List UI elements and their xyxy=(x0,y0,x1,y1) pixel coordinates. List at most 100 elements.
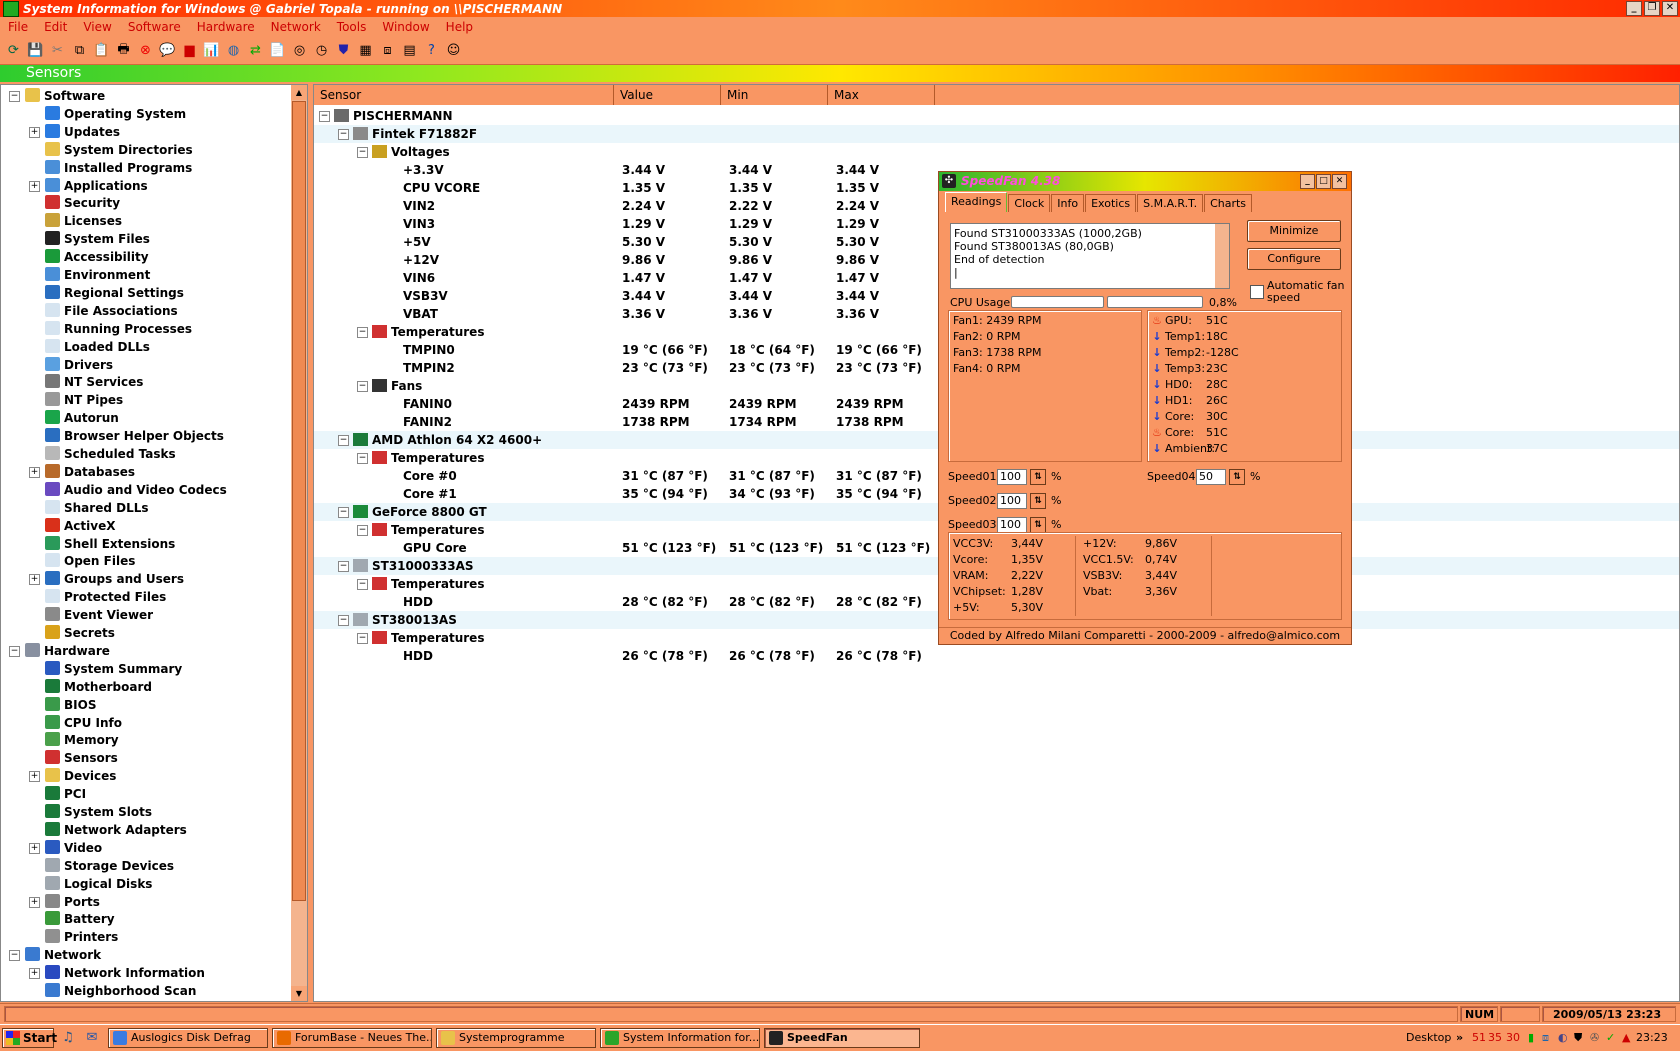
tree-item-cpu-info[interactable]: CPU Info xyxy=(45,714,122,732)
tree-item-running-processes[interactable]: Running Processes xyxy=(45,320,192,338)
sensor-row[interactable]: − Voltages xyxy=(314,143,1679,161)
tree-item-applications[interactable]: Applications xyxy=(45,177,148,195)
tree-item-file-associations[interactable]: File Associations xyxy=(45,302,178,320)
expand-toggle[interactable]: − xyxy=(357,453,368,464)
tree-item-logical-disks[interactable]: Logical Disks xyxy=(45,875,152,893)
tree-item-printers[interactable]: Printers xyxy=(45,928,118,946)
tree-item-installed-programs[interactable]: Installed Programs xyxy=(45,159,192,177)
refresh-icon[interactable]: ⟳ xyxy=(4,41,23,60)
tray-temp[interactable]: 51 xyxy=(1472,1028,1486,1048)
grid-icon[interactable]: ▦ xyxy=(356,41,375,60)
speed-stepper-icon[interactable]: ⇅ xyxy=(1030,517,1046,533)
tree-item-neighborhood-scan[interactable]: Neighborhood Scan xyxy=(45,982,196,1000)
tray-check-icon[interactable]: ✓ xyxy=(1606,1028,1615,1048)
tray-security-icon[interactable]: ⛊ xyxy=(1574,1028,1582,1048)
expand-toggle[interactable]: − xyxy=(357,381,368,392)
tree-item-system-directories[interactable]: System Directories xyxy=(45,141,193,159)
scroll-up-icon[interactable]: ▲ xyxy=(291,85,307,100)
tree-item-databases[interactable]: Databases xyxy=(45,463,135,481)
configure-button[interactable]: Configure xyxy=(1247,248,1341,270)
expand-toggle[interactable]: + xyxy=(29,842,40,854)
taskbar-button[interactable]: Systemprogramme xyxy=(436,1028,596,1048)
tree-item-updates[interactable]: Updates xyxy=(45,123,120,141)
save-icon[interactable]: 💾 xyxy=(26,41,45,60)
sensor-row[interactable]: − Fintek F71882F xyxy=(314,125,1679,143)
expand-toggle[interactable]: + xyxy=(29,896,40,908)
cut-icon[interactable]: ✂ xyxy=(48,41,67,60)
column-min[interactable]: Min xyxy=(721,85,828,105)
tree-item-devices[interactable]: Devices xyxy=(45,767,116,785)
tray-clock[interactable]: 23:23 xyxy=(1636,1028,1668,1048)
tree-item-system-slots[interactable]: System Slots xyxy=(45,803,152,821)
tab-readings[interactable]: Readings xyxy=(945,192,1008,212)
expand-toggle[interactable]: − xyxy=(338,615,349,626)
column-max[interactable]: Max xyxy=(828,85,935,105)
tree-item-network[interactable]: Network xyxy=(25,946,101,964)
expand-toggle[interactable]: − xyxy=(338,435,349,446)
tree-item-bios[interactable]: BIOS xyxy=(45,696,96,714)
tray-antivirus-icon[interactable]: ▲ xyxy=(1622,1028,1630,1048)
sync-icon[interactable]: ⇄ xyxy=(246,41,265,60)
expand-toggle[interactable]: + xyxy=(29,180,40,192)
tray-update-icon[interactable]: ✇ xyxy=(1590,1028,1599,1048)
menu-tools[interactable]: Tools xyxy=(337,20,367,34)
tree-item-browser-helper-objects[interactable]: Browser Helper Objects xyxy=(45,427,224,445)
desktop-toolbar[interactable]: Desktop xyxy=(1406,1028,1451,1048)
speedfan-maximize-button[interactable]: □ xyxy=(1316,174,1331,189)
taskbar-button[interactable]: SpeedFan xyxy=(764,1028,920,1048)
print-icon[interactable]: 🖶 xyxy=(114,41,133,60)
expand-toggle[interactable]: − xyxy=(357,147,368,158)
menu-software[interactable]: Software xyxy=(128,20,181,34)
tree-item-security[interactable]: Security xyxy=(45,194,120,212)
calc-icon[interactable]: ▤ xyxy=(400,41,419,60)
minimize-button[interactable]: _ xyxy=(1626,1,1642,16)
tab-clock[interactable]: Clock xyxy=(1008,194,1051,212)
tray-app-icon[interactable]: ▮ xyxy=(1528,1028,1534,1048)
clock-icon[interactable]: ◷ xyxy=(312,41,331,60)
tray-temp[interactable]: 35 xyxy=(1488,1028,1502,1048)
expand-toggle[interactable]: + xyxy=(29,968,40,980)
tree-item-pci[interactable]: PCI xyxy=(45,785,86,803)
tree-item-shared-dlls[interactable]: Shared DLLs xyxy=(45,499,149,517)
speed-stepper-icon[interactable]: ⇅ xyxy=(1229,469,1245,485)
user-icon[interactable]: ☺ xyxy=(444,41,463,60)
detection-log[interactable]: Found ST31000333AS (1000,2GB) Found ST38… xyxy=(950,223,1230,289)
tree-item-video[interactable]: Video xyxy=(45,839,102,857)
expand-toggle[interactable]: + xyxy=(29,771,40,783)
expand-toggle[interactable]: − xyxy=(357,633,368,644)
auto-fan-checkbox[interactable] xyxy=(1250,285,1264,299)
expand-toggle[interactable]: − xyxy=(9,91,20,102)
tree-item-battery[interactable]: Battery xyxy=(45,910,115,928)
scroll-thumb[interactable] xyxy=(292,101,306,901)
expand-toggle[interactable]: − xyxy=(338,129,349,140)
tree-item-autorun[interactable]: Autorun xyxy=(45,409,119,427)
column-sensor[interactable]: Sensor xyxy=(314,85,614,105)
tree-item-ports[interactable]: Ports xyxy=(45,893,100,911)
tree-item-regional-settings[interactable]: Regional Settings xyxy=(45,284,184,302)
chart-icon[interactable]: 📊 xyxy=(202,41,221,60)
menu-network[interactable]: Network xyxy=(271,20,321,34)
tree-item-secrets[interactable]: Secrets xyxy=(45,624,115,642)
tree-item-system-summary[interactable]: System Summary xyxy=(45,660,182,678)
tree-item-loaded-dlls[interactable]: Loaded DLLs xyxy=(45,338,150,356)
tree-item-drivers[interactable]: Drivers xyxy=(45,356,113,374)
copy-icon[interactable]: ⧉ xyxy=(70,41,89,60)
help-icon[interactable]: ? xyxy=(422,41,441,60)
speed-input[interactable]: 100 xyxy=(997,493,1027,509)
speed-input[interactable]: 100 xyxy=(997,517,1027,533)
tab-info[interactable]: Info xyxy=(1051,194,1085,212)
expand-toggle[interactable]: − xyxy=(9,645,20,657)
menu-file[interactable]: File xyxy=(8,20,28,34)
document-icon[interactable]: 📄 xyxy=(268,41,287,60)
outlook-icon[interactable]: ✉ xyxy=(84,1030,100,1046)
tree-item-protected-files[interactable]: Protected Files xyxy=(45,588,166,606)
shield-icon[interactable]: ⛊ xyxy=(334,41,353,60)
menu-view[interactable]: View xyxy=(83,20,111,34)
tree-item-scheduled-tasks[interactable]: Scheduled Tasks xyxy=(45,445,176,463)
taskbar-button[interactable]: System Information for... xyxy=(600,1028,760,1048)
start-button[interactable]: Start xyxy=(2,1028,57,1048)
expand-toggle[interactable]: − xyxy=(9,950,20,962)
sensor-row[interactable]: HDD 26 °C (78 °F) 26 °C (78 °F) 26 °C (78 °… xyxy=(314,647,1679,665)
expand-toggle[interactable]: + xyxy=(29,574,40,586)
menu-edit[interactable]: Edit xyxy=(44,20,67,34)
